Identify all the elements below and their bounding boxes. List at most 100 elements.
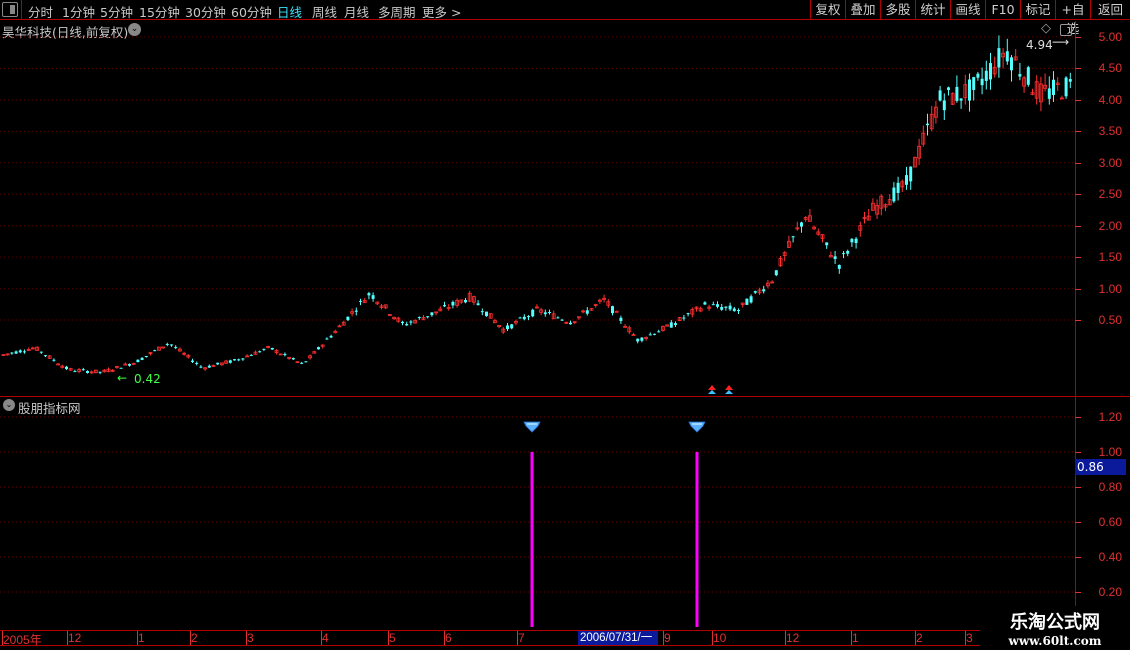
candle-body: [144, 355, 148, 357]
candle-body: [480, 311, 484, 313]
candle-body: [942, 100, 946, 111]
time-axis-label: 9: [664, 631, 671, 645]
candle-body: [417, 317, 421, 319]
min-arrow-icon: ←: [117, 371, 128, 385]
current-value-badge: 0.86: [1075, 459, 1126, 475]
time-axis-label: 6: [445, 631, 452, 645]
candle-body: [409, 321, 413, 323]
axis-tick: [1075, 320, 1081, 322]
candle-body: [842, 253, 845, 255]
axis-tick: [1075, 592, 1081, 593]
candle-body: [728, 305, 732, 310]
candle-body: [850, 238, 854, 243]
price-axis-label: 2.00: [1098, 218, 1122, 233]
candle-body: [430, 312, 434, 316]
indicator-axis-label: 0.60: [1098, 515, 1122, 529]
candle-body: [585, 310, 589, 314]
candle-body: [485, 311, 488, 317]
candle-body: [737, 310, 740, 312]
time-axis-tick: [137, 631, 138, 645]
candle-body: [426, 316, 430, 318]
candle-body: [1064, 77, 1068, 97]
candle-body: [346, 316, 350, 321]
candle-body: [401, 321, 404, 324]
candle-body: [258, 351, 262, 353]
candle-body: [569, 322, 572, 325]
candle-body: [140, 357, 144, 360]
candle-body: [938, 90, 942, 101]
candle-body: [837, 264, 841, 269]
candle-body: [984, 70, 988, 81]
axis-tick: [1075, 257, 1081, 259]
candle-body: [686, 313, 690, 315]
watermark-title: 乐淘公式网: [1010, 612, 1100, 633]
min-price-label: 0.42: [134, 372, 161, 386]
candle-body: [98, 371, 102, 373]
price-axis-label: 4.50: [1098, 61, 1122, 76]
candle-body: [39, 351, 43, 353]
candle-body: [774, 270, 778, 276]
candle-body: [611, 306, 614, 314]
signal-bar: [530, 452, 534, 627]
candle-body: [216, 362, 220, 365]
price-axis-label: 4.00: [1098, 92, 1122, 107]
axis-tick: [1075, 557, 1081, 558]
time-axis-label: 5: [389, 631, 396, 645]
time-axis-label: 1: [852, 631, 859, 645]
axis-tick: [1075, 522, 1081, 523]
candle-body: [896, 182, 900, 193]
candle-body: [174, 347, 178, 349]
candle-body: [531, 309, 535, 317]
candle-body: [325, 338, 329, 340]
candle-body: [854, 238, 858, 244]
candle-body: [249, 354, 253, 356]
indicator-axis-label: 1.20: [1098, 410, 1122, 424]
max-arrow-icon: ⟶: [1052, 35, 1070, 49]
candle-body: [233, 359, 236, 361]
candle-body: [191, 360, 194, 362]
candle-body: [749, 296, 753, 303]
candle-body: [976, 73, 980, 78]
candle-body: [989, 63, 992, 80]
candle-body: [1010, 57, 1013, 71]
candle-body: [73, 371, 77, 373]
candle-body: [1005, 51, 1009, 62]
up-arrow-signal-icon: [725, 390, 733, 394]
axis-tick: [1075, 99, 1081, 101]
price-axis-label: 3.00: [1098, 155, 1122, 170]
candle-body: [556, 317, 560, 319]
candle-body: [825, 242, 829, 246]
cursor-date-badge: 2006/07/31/一: [578, 631, 658, 645]
up-arrow-signal-icon: [708, 385, 716, 390]
candle-body: [270, 347, 274, 350]
candle-body: [833, 256, 837, 260]
candle-body: [136, 359, 140, 363]
candle-body: [527, 316, 530, 318]
candle-body: [640, 337, 644, 341]
time-axis-tick: [663, 631, 664, 645]
time-axis-label: 10: [713, 631, 727, 645]
candle-body: [165, 343, 169, 345]
candle-body: [657, 331, 661, 333]
candle-body: [614, 310, 619, 313]
candle-body: [762, 289, 766, 292]
candle-body: [905, 175, 908, 185]
watermark-url: www.60lt.com: [1008, 634, 1102, 648]
indicator-title: 股朋指标网: [18, 401, 81, 416]
kline-chart: [0, 35, 1075, 627]
candle-body: [443, 305, 446, 307]
candle-body: [720, 306, 724, 310]
candle-body: [846, 250, 850, 254]
candle-body: [317, 347, 320, 350]
time-axis-tick: [915, 631, 916, 645]
time-axis-label: 2: [191, 631, 198, 645]
time-axis-tick: [517, 631, 518, 645]
candle-body: [195, 362, 199, 364]
time-axis-tick: [246, 631, 247, 645]
candle-body: [648, 334, 652, 336]
candle-body: [909, 166, 913, 182]
indicator-axis-label: 1.00: [1098, 445, 1122, 459]
indicator-axis-label: 0.20: [1098, 585, 1122, 599]
chevron-down-icon[interactable]: ⌄: [3, 399, 15, 411]
candle-body: [300, 362, 304, 364]
